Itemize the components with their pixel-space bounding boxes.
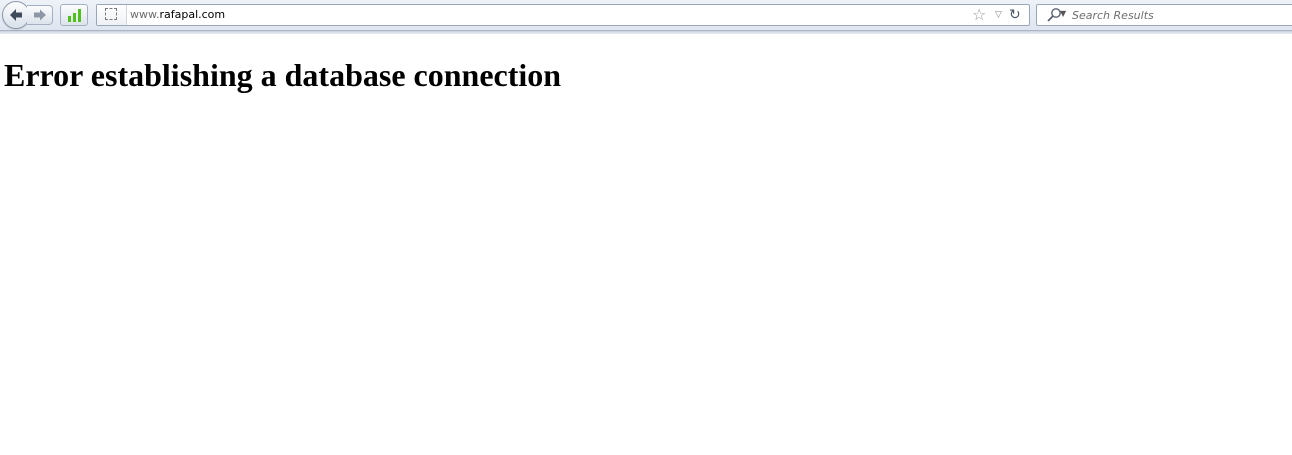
url-domain: rafapal.com	[159, 8, 226, 21]
back-arrow-icon	[10, 9, 22, 21]
history-dropdown-icon[interactable]: ▽	[995, 9, 1002, 21]
browser-toolbar: www.rafapal.com ☆ ▽ ↻ ▼	[0, 0, 1292, 31]
forward-button[interactable]	[27, 5, 53, 25]
url-prefix: www.	[130, 8, 160, 21]
page-content: Error establishing a database connection	[0, 34, 1292, 455]
signal-button[interactable]	[60, 4, 88, 26]
address-bar[interactable]: www.rafapal.com ☆ ▽ ↻	[96, 4, 1030, 26]
url-text[interactable]: www.rafapal.com	[130, 8, 225, 22]
site-identity-icon	[105, 8, 117, 20]
search-engine-dropdown-icon[interactable]: ▼	[1060, 8, 1066, 20]
back-button[interactable]	[2, 1, 30, 29]
reload-icon[interactable]: ↻	[1009, 6, 1021, 24]
signal-bars-icon	[68, 9, 81, 22]
search-bar[interactable]: ▼	[1036, 4, 1292, 26]
site-identity-button[interactable]	[97, 5, 127, 25]
search-input[interactable]	[1072, 7, 1287, 23]
error-heading: Error establishing a database connection	[4, 57, 562, 93]
forward-arrow-icon	[34, 9, 46, 21]
star-icon[interactable]: ☆	[972, 6, 986, 24]
